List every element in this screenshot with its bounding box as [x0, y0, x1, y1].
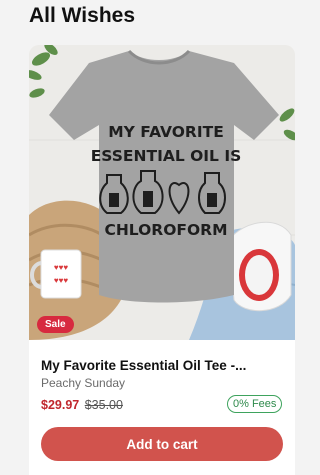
product-image[interactable]: ♥♥♥ ♥♥♥ MY FAVORITE ESSENTIAL OIL IS CHL…	[29, 45, 295, 340]
product-card[interactable]: ♥♥♥ ♥♥♥ MY FAVORITE ESSENTIAL OIL IS CHL…	[29, 45, 295, 475]
shirt-text-line-1: MY FAVORITE	[108, 123, 224, 141]
sale-price: $29.97	[41, 398, 80, 412]
page-title: All Wishes	[29, 4, 136, 27]
original-price: $35.00	[84, 398, 123, 412]
shirt-text-line-2: ESSENTIAL OIL IS	[91, 147, 242, 165]
add-to-cart-button[interactable]: Add to cart	[41, 427, 283, 461]
shop-name[interactable]: Peachy Sunday	[41, 376, 125, 390]
shirt-text-line-3: CHLOROFORM	[104, 221, 227, 239]
sale-badge: Sale	[37, 316, 74, 333]
fees-badge: 0% Fees	[227, 395, 283, 413]
price-row: $29.97 $35.00	[41, 398, 123, 412]
product-title[interactable]: My Favorite Essential Oil Tee -...	[41, 358, 287, 373]
svg-text:♥♥♥: ♥♥♥	[54, 263, 69, 272]
svg-text:♥♥♥: ♥♥♥	[54, 276, 69, 285]
